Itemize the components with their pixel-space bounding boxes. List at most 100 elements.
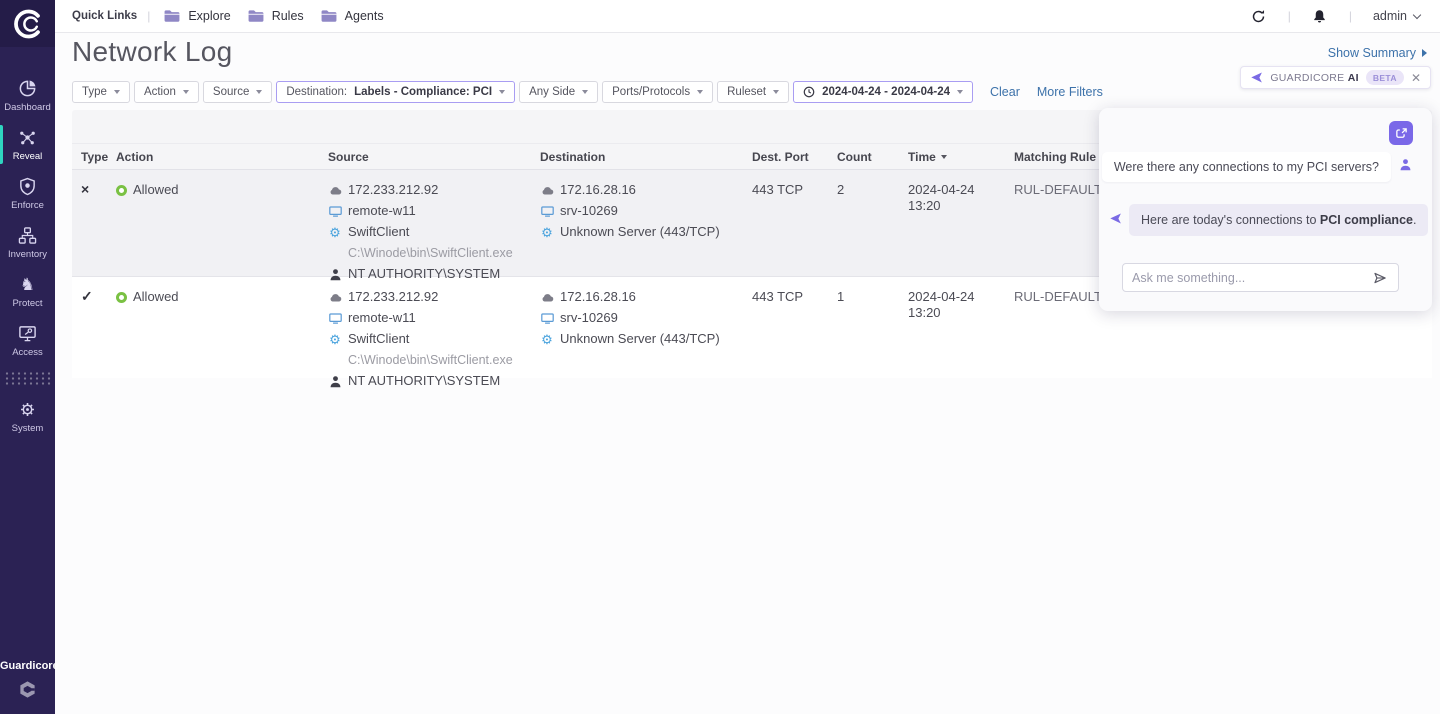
- divider: |: [1288, 9, 1291, 23]
- user-icon: [328, 374, 342, 388]
- caret-down-icon: [114, 90, 120, 94]
- source-process[interactable]: SwiftClient: [348, 224, 409, 240]
- show-summary-label: Show Summary: [1328, 46, 1416, 60]
- close-icon[interactable]: ✕: [1411, 72, 1421, 84]
- source-host[interactable]: remote-w11: [348, 310, 416, 326]
- sidebar-item-access[interactable]: Access: [0, 316, 55, 365]
- dest-port-cell: 443 TCP: [752, 289, 837, 378]
- user-avatar-icon: [1399, 158, 1412, 171]
- nav-item-explore[interactable]: Explore: [160, 9, 233, 23]
- dest-port-cell: 443 TCP: [752, 182, 837, 276]
- filter-type[interactable]: Type: [72, 81, 130, 103]
- allowed-status-icon: [116, 292, 127, 303]
- destination-cell: 172.16.28.16 srv-10269 ⚙ Unknown Server (…: [540, 289, 752, 378]
- folder-icon: [247, 9, 265, 23]
- sidebar-item-label: Dashboard: [4, 102, 50, 113]
- nav-item-agents[interactable]: Agents: [317, 9, 387, 23]
- ai-label-text: AI: [1348, 72, 1359, 84]
- source-process-path: C:\Winode\bin\SwiftClient.exe: [328, 352, 540, 368]
- caret-down-icon: [957, 90, 963, 94]
- refresh-icon[interactable]: [1251, 8, 1267, 24]
- count-cell: 1: [837, 289, 908, 378]
- expand-chat-button[interactable]: [1389, 121, 1413, 145]
- sidebar-item-label: Reveal: [13, 151, 43, 162]
- filter-label: Type: [82, 86, 107, 98]
- clear-filters-link[interactable]: Clear: [990, 85, 1020, 99]
- matching-rule[interactable]: RUL-DEFAULT: [1014, 182, 1102, 197]
- sidebar-item-inventory[interactable]: Inventory: [0, 218, 55, 267]
- dest-service[interactable]: Unknown Server (443/TCP): [560, 224, 720, 240]
- filter-label: Any Side: [529, 86, 575, 98]
- column-header-time[interactable]: Time: [908, 150, 1014, 164]
- filter-source[interactable]: Source: [203, 81, 272, 103]
- ai-message-text: Here are today's connections to: [1141, 213, 1320, 227]
- process-gear-icon: ⚙: [328, 332, 342, 346]
- dest-service[interactable]: Unknown Server (443/TCP): [560, 331, 720, 347]
- column-header-count[interactable]: Count: [837, 150, 908, 164]
- dest-ip[interactable]: 172.16.28.16: [560, 289, 636, 305]
- nav-label: Explore: [188, 9, 230, 23]
- caret-down-icon: [499, 90, 505, 94]
- sidebar-item-reveal[interactable]: Reveal: [0, 120, 55, 169]
- filter-action[interactable]: Action: [134, 81, 199, 103]
- column-header-destination[interactable]: Destination: [540, 150, 752, 164]
- more-filters-link[interactable]: More Filters: [1037, 85, 1103, 99]
- sidebar-item-system[interactable]: System: [0, 392, 55, 441]
- column-header-dest-port[interactable]: Dest. Port: [752, 150, 837, 164]
- column-header-type[interactable]: Type: [72, 150, 116, 164]
- sidebar-item-label: System: [12, 423, 44, 434]
- sort-desc-icon: [941, 155, 947, 159]
- time-hour: 13:20: [908, 198, 1014, 214]
- caret-down-icon: [256, 90, 262, 94]
- source-host[interactable]: remote-w11: [348, 203, 416, 219]
- monitor-icon: [328, 311, 342, 325]
- filter-ports-protocols[interactable]: Ports/Protocols: [602, 81, 713, 103]
- user-message-bubble: Were there any connections to my PCI ser…: [1102, 152, 1391, 182]
- guardicore-cube-icon: [0, 680, 55, 704]
- sidebar-item-dashboard[interactable]: Dashboard: [0, 71, 55, 120]
- allowed-status-icon: [116, 185, 127, 196]
- filter-destination[interactable]: Destination: Labels - Compliance: PCI: [276, 81, 515, 103]
- process-gear-icon: ⚙: [328, 225, 342, 239]
- filter-label: Action: [144, 86, 176, 98]
- time-hour: 13:20: [908, 305, 1014, 321]
- nav-label: Agents: [345, 9, 384, 23]
- filter-ruleset[interactable]: Ruleset: [717, 81, 789, 103]
- topbar-right: | | admin: [1251, 8, 1420, 24]
- chat-input[interactable]: [1132, 271, 1371, 285]
- ai-message-bubble: Here are today's connections to PCI comp…: [1129, 204, 1428, 236]
- user-menu[interactable]: admin: [1373, 9, 1420, 23]
- caret-down-icon: [582, 90, 588, 94]
- sidebar-dots-divider: [4, 371, 51, 386]
- source-ip[interactable]: 172.233.212.92: [348, 182, 438, 198]
- guardicore-ai-badge[interactable]: GUARDICORE AI BETA ✕: [1240, 66, 1431, 89]
- filter-any-side[interactable]: Any Side: [519, 81, 598, 103]
- column-header-source[interactable]: Source: [328, 150, 540, 164]
- source-cell: 172.233.212.92 remote-w11 ⚙SwiftClient C…: [328, 182, 540, 276]
- sidebar-item-protect[interactable]: ♞ Protect: [0, 267, 55, 316]
- monitor-icon: [328, 204, 342, 218]
- bell-icon[interactable]: [1312, 8, 1328, 24]
- show-summary-link[interactable]: Show Summary: [1328, 46, 1427, 60]
- expand-icon: [1395, 127, 1408, 140]
- send-button[interactable]: [1371, 269, 1389, 287]
- username: admin: [1373, 9, 1407, 23]
- dest-host[interactable]: srv-10269: [560, 203, 618, 219]
- ai-brand-text: GUARDICORE: [1270, 72, 1344, 84]
- source-process[interactable]: SwiftClient: [348, 331, 409, 347]
- sidebar-item-enforce[interactable]: Enforce: [0, 169, 55, 218]
- dest-ip[interactable]: 172.16.28.16: [560, 182, 636, 198]
- monitor-icon: [540, 311, 554, 325]
- user-icon: [328, 267, 342, 281]
- filter-date-range[interactable]: 2024-04-24 - 2024-04-24: [793, 81, 973, 103]
- source-ip[interactable]: 172.233.212.92: [348, 289, 438, 305]
- nav-label: Rules: [272, 9, 304, 23]
- app-logo[interactable]: [0, 0, 55, 47]
- dest-host[interactable]: srv-10269: [560, 310, 618, 326]
- nav-item-rules[interactable]: Rules: [244, 9, 307, 23]
- matching-rule[interactable]: RUL-DEFAULT: [1014, 289, 1102, 304]
- cloud-icon: [540, 290, 554, 304]
- column-header-action[interactable]: Action: [116, 150, 328, 164]
- count-cell: 2: [837, 182, 908, 276]
- process-gear-icon: ⚙: [540, 332, 554, 346]
